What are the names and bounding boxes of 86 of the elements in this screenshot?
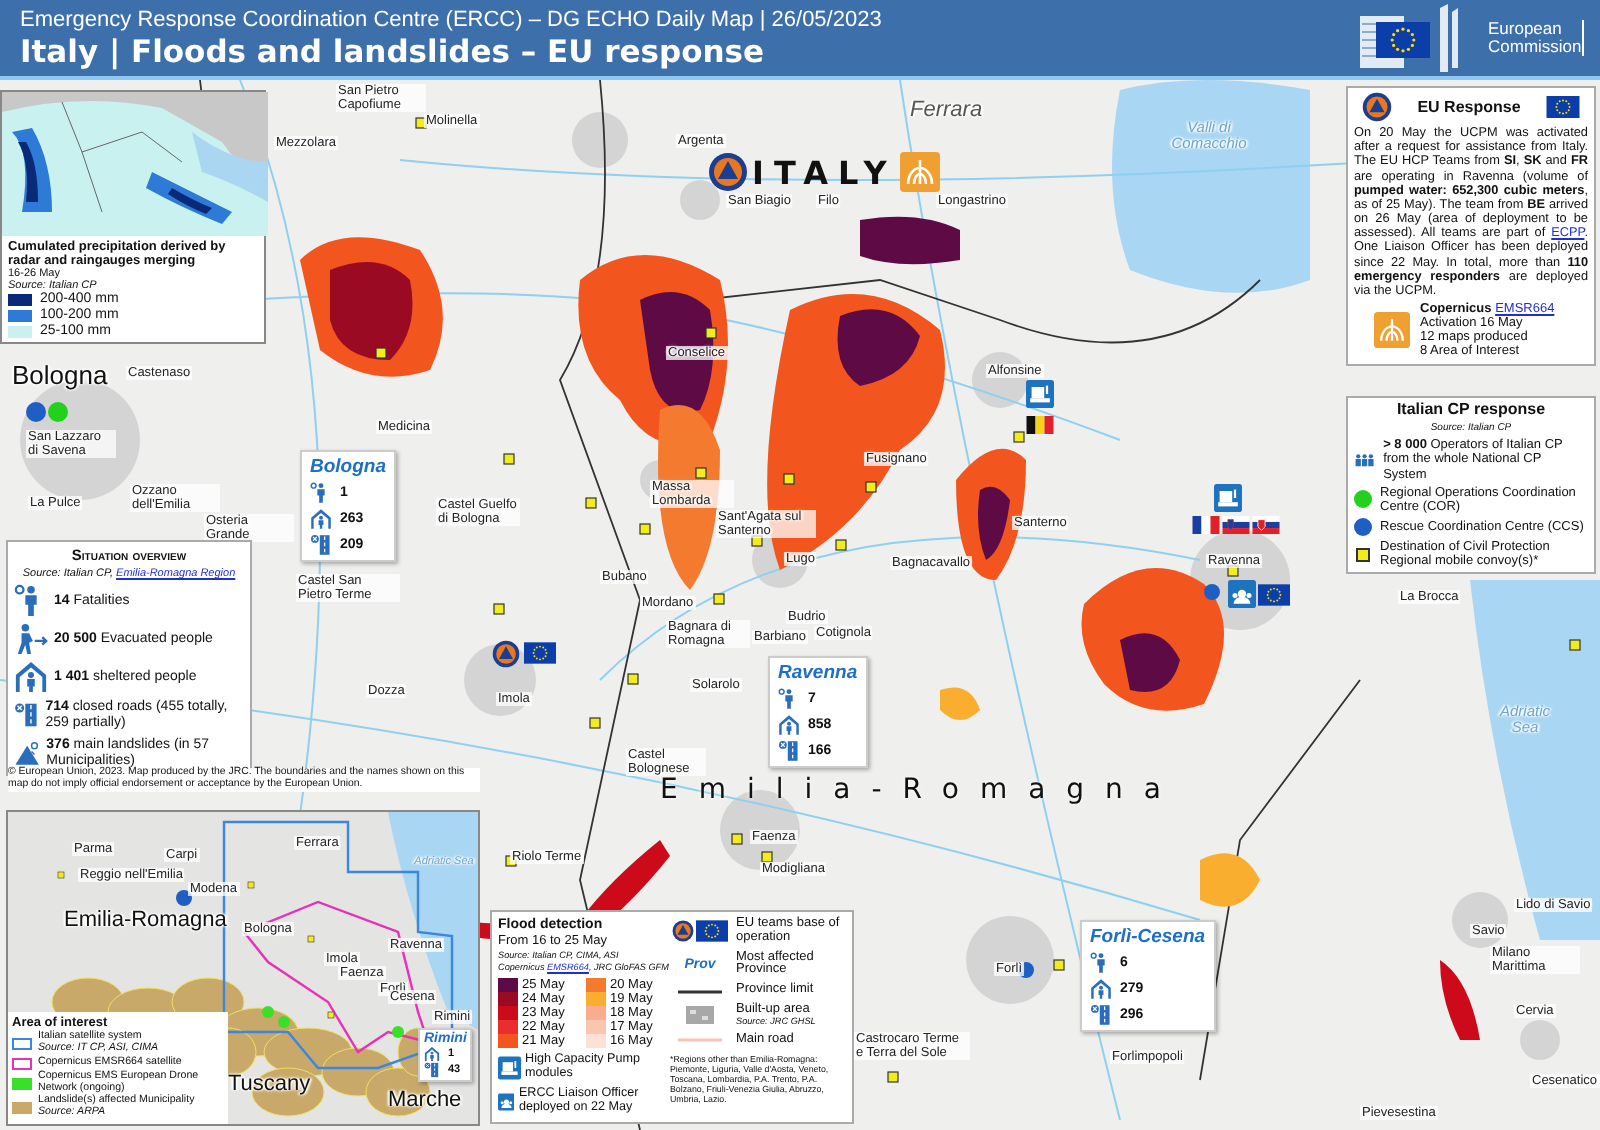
flood-area	[940, 687, 980, 720]
flood-area	[1120, 633, 1180, 692]
eu-flag-icon	[696, 920, 728, 943]
convoy-marker	[1053, 959, 1065, 971]
built-up-area-icon	[686, 1006, 714, 1025]
convoy-marker	[783, 473, 795, 485]
flood-area	[837, 309, 920, 386]
map-title: Italy | Floods and landslides – EU response	[20, 33, 767, 69]
pump-icon	[1026, 380, 1054, 408]
house-person-icon	[310, 508, 332, 530]
house-person-icon	[424, 1046, 440, 1062]
convoy-marker	[887, 1071, 899, 1083]
copernicus-logo-icon	[900, 152, 941, 192]
road-closed-icon	[778, 740, 800, 762]
built-up-area	[572, 112, 628, 168]
convoy-marker	[695, 467, 707, 479]
built-up-area	[1520, 1020, 1560, 1060]
house-person-icon	[14, 660, 48, 694]
convoy-marker	[505, 855, 517, 867]
convoy-marker	[713, 593, 725, 605]
running-person-icon	[14, 622, 48, 656]
flood-area	[1440, 960, 1480, 1040]
flag-icon	[1252, 516, 1280, 534]
flag-icon	[1192, 516, 1220, 534]
flood-area	[978, 486, 1010, 560]
convoy-marker	[1569, 639, 1581, 651]
province-limit-line-icon	[678, 987, 722, 996]
pump-icon	[1214, 484, 1242, 512]
convoy-marker	[639, 523, 651, 535]
coordination-centre-dot	[1018, 962, 1034, 978]
copernicus-logo-icon	[1374, 312, 1410, 349]
convoy-marker	[589, 717, 601, 729]
civil-protection-logo-icon	[672, 920, 694, 943]
flag-icon	[1222, 516, 1250, 534]
eu-flag-icon	[1545, 96, 1580, 118]
convoy-marker	[627, 673, 639, 685]
panel-title: EU Response	[1417, 98, 1521, 116]
convoy-marker	[705, 327, 717, 339]
built-up-area	[966, 916, 1054, 1004]
province-name: Forlì-Cesena	[1090, 926, 1206, 948]
convoy-marker	[751, 535, 763, 547]
flood-area	[330, 262, 413, 360]
convoy-marker	[835, 539, 847, 551]
main-road-line-icon	[678, 1036, 722, 1045]
landslide-icon	[14, 736, 41, 770]
country-label: ITALY	[752, 153, 897, 191]
convoy-marker	[731, 833, 743, 845]
house-person-icon	[778, 714, 800, 736]
house-person-icon	[1090, 978, 1112, 1000]
province-name: Ravenna	[778, 662, 858, 684]
convoy-marker	[375, 347, 387, 359]
built-up-area	[680, 180, 720, 220]
convoy-marker	[415, 117, 427, 129]
coordination-centre-dot	[1204, 584, 1220, 600]
eu-flag-icon	[524, 642, 556, 664]
liaison-officer-icon	[1228, 580, 1256, 608]
logo-text: European Commission	[1488, 20, 1584, 56]
flag-icon	[1026, 416, 1054, 434]
civil-protection-logo-icon	[1362, 92, 1392, 122]
convoy-marker	[585, 497, 597, 509]
region-label: Emilia-Romagna	[660, 774, 1183, 806]
convoy-marker	[1227, 565, 1239, 577]
road-closed-icon	[1090, 1004, 1112, 1026]
pump-icon	[498, 1054, 522, 1082]
province-name: Bologna	[310, 456, 386, 478]
road-closed-icon	[310, 534, 332, 556]
eu-flag-icon	[1258, 584, 1290, 606]
built-up-area	[1452, 892, 1508, 948]
road-closed-icon	[14, 698, 40, 732]
coordination-centre-dot	[26, 402, 46, 422]
civil-protection-logo-icon	[708, 152, 748, 192]
three-people-icon	[1354, 448, 1376, 472]
liaison-officer-icon	[498, 1088, 515, 1116]
convoy-marker	[761, 851, 773, 863]
coordination-centre-dot	[48, 402, 68, 422]
convoy-marker	[503, 453, 515, 465]
convoy-marker	[1013, 431, 1025, 443]
civil-protection-logo-icon	[492, 640, 520, 668]
flood-area	[860, 216, 960, 265]
place-label: Ferrara	[910, 98, 983, 123]
convoy-marker	[493, 603, 505, 615]
map-subtitle: Emergency Response Coordination Centre (ERCC) – DG ECHO Daily Map | 26/05/2023	[20, 7, 882, 31]
panel-title: Italian CP response	[1394, 402, 1548, 420]
convoy-marker	[865, 481, 877, 493]
place-label: Bologna	[12, 362, 108, 391]
flood-area	[1200, 853, 1260, 907]
